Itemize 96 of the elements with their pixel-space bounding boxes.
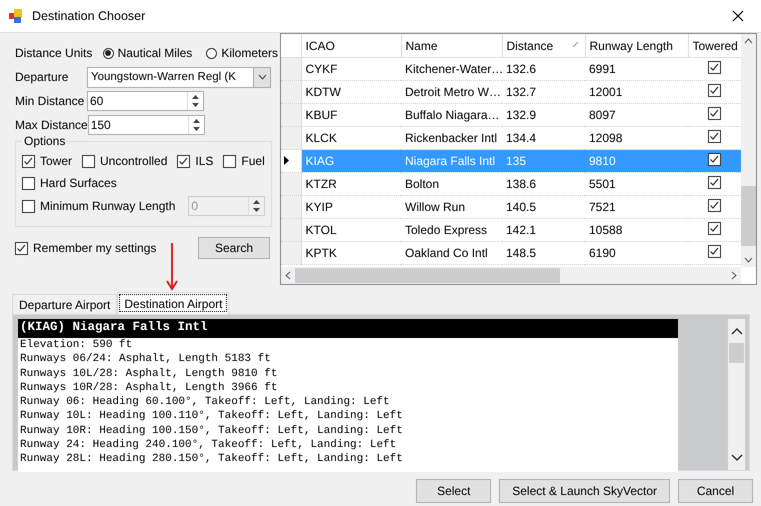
scroll-up-icon[interactable] xyxy=(730,327,742,335)
window-title: Destination Chooser xyxy=(32,9,146,23)
horizontal-scrollbar[interactable] xyxy=(281,267,741,284)
detail-line: Runways 06/24: Asphalt, Length 5183 ft xyxy=(19,352,272,367)
table-cell: Detroit Metro W… xyxy=(401,80,502,104)
group-title: Options xyxy=(22,134,68,148)
vertical-scrollbar[interactable] xyxy=(728,319,745,470)
table-cell: Willow Run xyxy=(401,196,502,218)
min-distance-field[interactable]: 60 xyxy=(87,91,204,111)
table-cell: KBUF xyxy=(301,104,401,126)
table-cell: 148.5 xyxy=(502,242,585,264)
table-cell: 12001 xyxy=(585,80,688,104)
table-cell: KPTK xyxy=(301,242,401,264)
departure-dropdown[interactable]: Youngstown-Warren Regl (K xyxy=(87,66,271,88)
checkbox[interactable] xyxy=(708,130,721,143)
table-cell: 138.6 xyxy=(502,172,585,196)
app-icon xyxy=(8,8,24,24)
checkbox[interactable] xyxy=(22,154,35,168)
table-cell: 132.6 xyxy=(502,58,585,80)
table-cell: KYIP xyxy=(301,196,401,218)
table-cell: 9810 xyxy=(585,150,688,172)
detail-line: Runway 10R: Heading 100.150°, Takeoff: Left, Landing: Left xyxy=(19,424,404,438)
radio-option[interactable]: Kilometers xyxy=(206,46,278,60)
checkbox[interactable] xyxy=(177,154,190,168)
radio-option[interactable]: Nautical Miles xyxy=(102,46,192,60)
table-cell: 7521 xyxy=(585,196,688,218)
detail-line: Runway 10L: Heading 100.110°, Takeoff: Left, Landing: Left xyxy=(19,409,404,424)
table-cell: Niagara Falls Intl xyxy=(401,150,502,172)
table-cell: CYKF xyxy=(301,58,401,80)
field-label: Min Distance xyxy=(15,94,86,108)
detail-line: Elevation: 590 ft xyxy=(19,338,134,352)
checkbox-label: Minimum Runway Length xyxy=(40,199,176,213)
tab[interactable]: Departure Airport xyxy=(12,294,118,314)
column-header[interactable]: Distance xyxy=(502,34,585,58)
detail-line: Runway 06: Heading 60.100°, Takeoff: Left, Landing: Left xyxy=(19,395,391,410)
checkbox[interactable] xyxy=(708,176,721,189)
current-row-icon xyxy=(284,156,290,165)
table-cell: 5501 xyxy=(585,172,688,196)
checkbox[interactable] xyxy=(708,84,721,97)
checkbox[interactable] xyxy=(708,61,721,74)
field-label: Max Distance xyxy=(15,118,88,132)
checkbox-label: Remember my settings xyxy=(33,241,156,255)
table-cell: Buffalo Niagara… xyxy=(401,104,502,126)
checkbox[interactable] xyxy=(708,199,721,212)
column-header[interactable]: Name xyxy=(401,34,502,58)
table-cell: KDTW xyxy=(301,80,401,104)
detail-line: Runway 28L: Heading 280.150°, Takeoff: Left, Landing: Left xyxy=(19,452,404,467)
dialog-button[interactable]: Cancel xyxy=(678,479,753,503)
scroll-thumb[interactable] xyxy=(741,186,756,246)
checkbox[interactable] xyxy=(223,154,236,168)
checkbox[interactable] xyxy=(82,154,96,168)
scroll-down-icon[interactable] xyxy=(730,454,742,462)
table-cell: 132.7 xyxy=(502,80,585,104)
annotation-arrow xyxy=(166,243,178,291)
column-header[interactable]: ICAO xyxy=(301,34,401,58)
table-cell: 142.1 xyxy=(502,218,585,242)
table-cell: 135 xyxy=(502,150,585,172)
table-cell: Bolton xyxy=(401,172,502,196)
scroll-thumb[interactable] xyxy=(729,343,744,363)
tab[interactable]: Destination Airport xyxy=(117,292,230,314)
checkbox[interactable] xyxy=(708,153,721,166)
scroll-thumb[interactable] xyxy=(295,268,560,283)
vertical-scrollbar[interactable] xyxy=(741,34,756,267)
table-cell: Oakland Co Intl xyxy=(401,242,502,264)
detail-line: Runway 24: Heading 240.100°, Takeoff: Left, Landing: Left xyxy=(19,438,398,452)
checkbox-label: Fuel xyxy=(241,154,265,168)
field-label: Departure xyxy=(15,70,70,84)
table-cell: 10588 xyxy=(585,218,688,242)
table-cell: 6190 xyxy=(585,242,688,264)
dialog-button[interactable]: Select xyxy=(416,479,492,503)
search-button[interactable]: Search xyxy=(198,237,270,259)
checkbox[interactable] xyxy=(708,222,721,235)
table-cell: KIAG xyxy=(301,150,401,172)
table-cell: KTZR xyxy=(301,172,401,196)
checkbox[interactable] xyxy=(15,242,28,254)
table-cell: 132.9 xyxy=(502,104,585,126)
checkbox-label: ILS xyxy=(195,154,214,168)
detail-line: Runways 10R/28: Asphalt, Length 3966 ft xyxy=(19,380,278,396)
table-cell: Kitchener-Water… xyxy=(401,58,502,80)
detail-line: Runways 10L/28: Asphalt, Length 9810 ft xyxy=(19,366,278,381)
checkbox-label: Tower xyxy=(40,154,72,168)
airport-heading: (KIAG) Niagara Falls Intl xyxy=(18,319,678,338)
max-distance-field[interactable]: 150 xyxy=(88,115,205,135)
table-cell: 140.5 xyxy=(502,196,585,218)
checkbox[interactable] xyxy=(22,176,35,190)
checkbox[interactable] xyxy=(708,107,721,120)
checkbox-label: Hard Surfaces xyxy=(40,176,117,190)
column-header[interactable]: Towered xyxy=(688,34,741,58)
table-cell: 6991 xyxy=(585,58,688,80)
column-header[interactable]: Runway Length xyxy=(585,34,688,58)
checkbox[interactable] xyxy=(708,245,721,258)
table-cell: 8097 xyxy=(585,104,688,126)
table-cell: Toledo Express xyxy=(401,218,502,242)
dialog-button[interactable]: Select & Launch SkyVector xyxy=(499,479,670,503)
checkbox-label: Uncontrolled xyxy=(100,154,168,168)
table-cell: KTOL xyxy=(301,218,401,242)
